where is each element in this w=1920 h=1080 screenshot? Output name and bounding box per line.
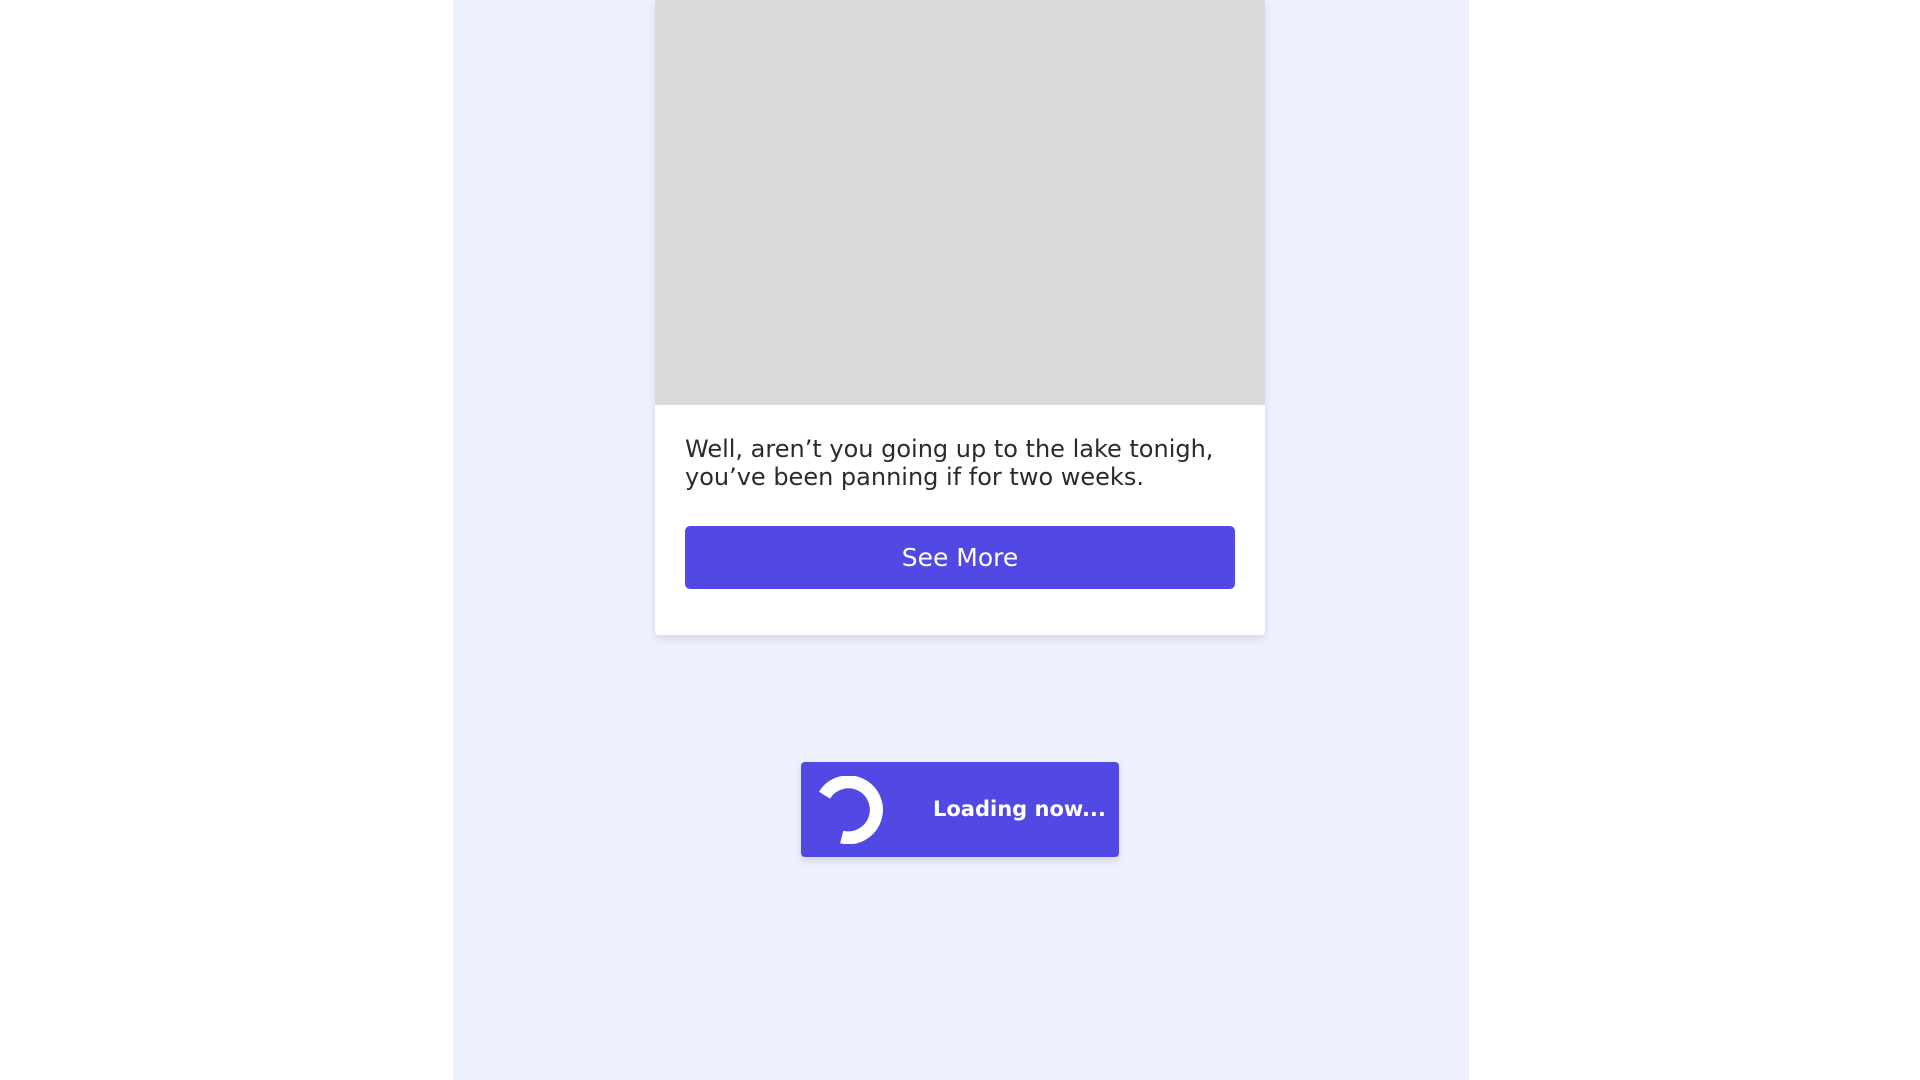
card-description: Well, aren’t you going up to the lake to… [685,435,1214,491]
content-card: Well, aren’t you going up to the lake to… [655,0,1265,635]
card-image-placeholder [655,0,1265,405]
spinner-icon [818,776,883,844]
see-more-button[interactable]: See More [685,526,1235,589]
loading-label: Loading now... [933,797,1106,821]
loading-button[interactable]: Loading now... [801,762,1119,857]
page: Well, aren’t you going up to the lake to… [0,0,1920,1080]
